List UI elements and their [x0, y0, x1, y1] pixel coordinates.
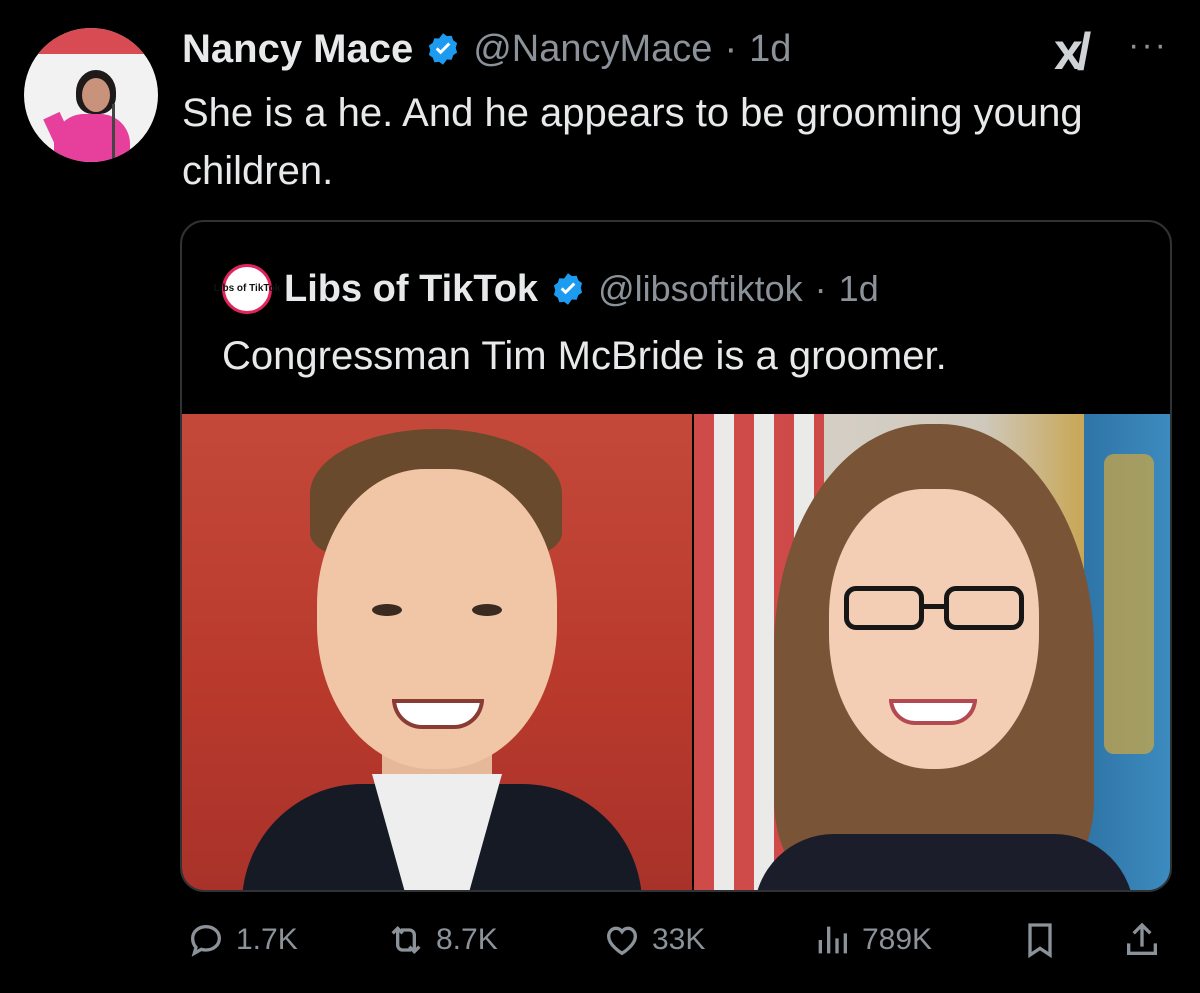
avatar-microphone [112, 104, 115, 162]
photo-eye-left [372, 604, 402, 616]
views-count: 789K [862, 923, 933, 956]
photo-eye-right [472, 604, 502, 616]
share-button[interactable] [1122, 920, 1162, 960]
photo-smile [889, 699, 977, 725]
quoted-author-handle[interactable]: @libsoftiktok [598, 268, 803, 310]
author-avatar[interactable] [24, 28, 158, 162]
repost-button[interactable]: 8.7K [386, 920, 498, 960]
like-count: 33K [652, 923, 706, 956]
avatar-head [82, 78, 110, 112]
glasses-right-lens [944, 586, 1024, 630]
bookmark-icon [1028, 923, 1052, 959]
action-bar: 1.7K 8.7K 33K 789K [180, 920, 1170, 964]
like-button[interactable]: 33K [602, 920, 705, 960]
repost-icon [391, 925, 421, 955]
quoted-tweet-text: Congressman Tim McBride is a groomer. [222, 334, 947, 378]
like-icon [606, 926, 638, 956]
author-name[interactable]: Nancy Mace [182, 27, 413, 72]
reply-count: 1.7K [236, 923, 298, 956]
quoted-author-name[interactable]: Libs of TikTok [284, 268, 538, 311]
bookmark-button[interactable] [1020, 920, 1060, 960]
glasses-left-lens [844, 586, 924, 630]
views-button[interactable]: 789K [812, 920, 932, 960]
quoted-separator-dot: · [814, 268, 827, 309]
avatar-background-stripe [24, 28, 158, 54]
quoted-tweet-time[interactable]: 1d [839, 268, 879, 310]
share-icon [1127, 922, 1157, 955]
more-icon[interactable]: ··· [1128, 26, 1168, 65]
photo-top [754, 834, 1134, 890]
quoted-photo-right[interactable] [694, 414, 1170, 890]
tweet-header: Nancy Mace @NancyMace · 1d [182, 22, 791, 76]
quoted-tweet-card[interactable]: Libs of TikTok Libs of TikTok @libsoftik… [180, 220, 1172, 892]
verified-badge-icon [553, 273, 583, 305]
tweet-time[interactable]: 1d [749, 28, 791, 71]
glasses-bridge [924, 604, 944, 609]
separator-dot: · [724, 27, 738, 70]
verified-badge-icon [429, 33, 458, 65]
quoted-author-avatar[interactable]: Libs of TikTok [214, 264, 280, 314]
reply-button[interactable]: 1.7K [186, 920, 298, 960]
views-icon [818, 926, 847, 954]
tweet-text: She is a he. And he appears to be groomi… [182, 91, 1083, 193]
reply-icon [190, 924, 222, 957]
author-handle[interactable]: @NancyMace [473, 28, 712, 71]
grok-icon[interactable]: x/ [1054, 22, 1091, 82]
state-flag-emblem [1104, 454, 1154, 754]
quoted-tweet-header: Libs of TikTok Libs of TikTok @libsoftik… [214, 264, 879, 314]
quoted-photo-left[interactable] [182, 414, 692, 890]
repost-count: 8.7K [436, 923, 498, 956]
